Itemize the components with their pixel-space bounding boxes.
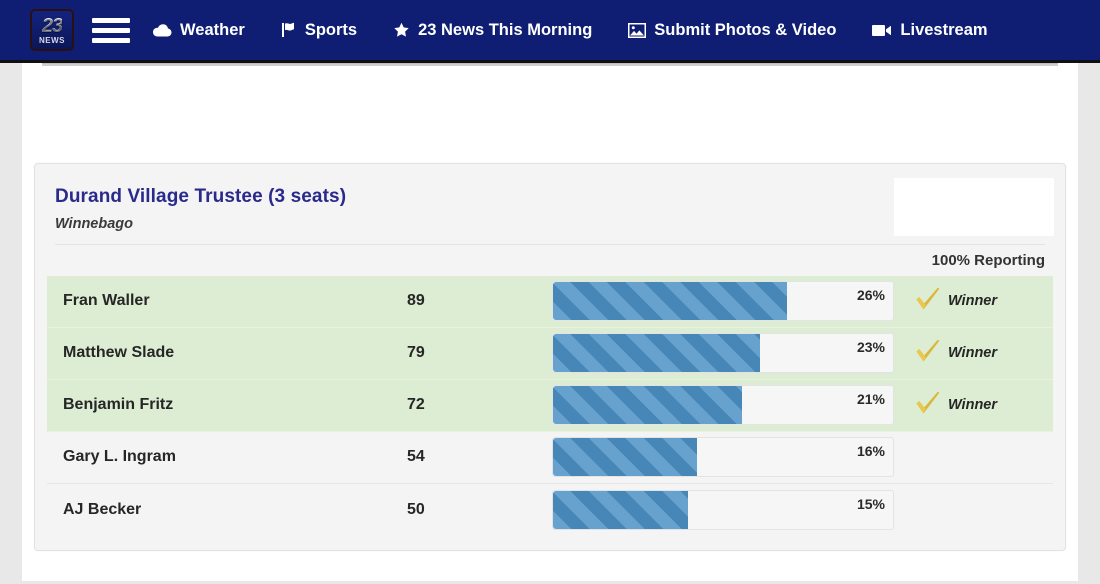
candidate-votes: 79 <box>407 344 425 362</box>
candidate-name: AJ Becker <box>63 500 142 518</box>
table-row-1[interactable]: Fran Waller 89 26% Winner <box>47 275 1053 328</box>
logo-word: NEWS <box>39 35 65 45</box>
hamburger-bar <box>92 37 130 43</box>
race-result-card: Durand Village Trustee (3 seats) Winneba… <box>34 163 1066 551</box>
23-news-logo[interactable]: 23 NEWS <box>30 9 74 51</box>
result-bar-track: 21% <box>552 385 894 426</box>
percent-label: 15% <box>856 495 885 512</box>
percent-label: 21% <box>856 391 885 408</box>
result-bar-fill <box>553 334 760 373</box>
nav-item-submit-photos-video[interactable]: Submit Photos & Video <box>628 21 836 40</box>
video-camera-icon <box>872 24 892 37</box>
logo-number: 23 <box>41 14 63 37</box>
percent-label: 16% <box>856 443 885 460</box>
star-icon <box>393 22 410 38</box>
candidate-rows: Fran Waller 89 26% Winner Matthew Slade … <box>35 275 1065 550</box>
winner-cell <box>903 431 1053 483</box>
winner-cell: Winner <box>903 327 1053 379</box>
flag-icon <box>281 22 297 38</box>
nav-label: Weather <box>180 20 245 39</box>
result-bar-fill <box>553 438 697 477</box>
table-row-5[interactable]: AJ Becker 50 15% <box>47 483 1053 536</box>
checkmark-icon <box>915 287 941 316</box>
result-bar-track: 16% <box>552 437 894 478</box>
checkmark-icon <box>915 339 941 368</box>
nav-item-livestream[interactable]: Livestream <box>872 20 988 40</box>
winner-label: Winner <box>948 293 998 310</box>
reporting-status: 100% Reporting <box>931 251 1045 269</box>
page-background: Durand Village Trustee (3 seats) Winneba… <box>0 63 1100 581</box>
candidate-votes: 89 <box>407 292 425 310</box>
candidate-name: Fran Waller <box>63 292 150 310</box>
checkmark-icon <box>915 391 941 420</box>
nav-label: Livestream <box>900 20 988 39</box>
race-header: Durand Village Trustee (3 seats) Winneba… <box>35 164 1065 236</box>
table-row-3[interactable]: Benjamin Fritz 72 21% Winner <box>47 379 1053 432</box>
candidate-name: Gary L. Ingram <box>63 448 176 466</box>
hamburger-menu-icon[interactable] <box>92 17 130 43</box>
result-bar-track: 23% <box>552 333 894 374</box>
ad-placeholder <box>894 178 1054 236</box>
nav-item-weather[interactable]: Weather <box>152 21 245 40</box>
hamburger-bar <box>92 17 130 23</box>
candidate-votes: 54 <box>407 448 425 466</box>
result-bar-cell: 21% <box>552 379 903 431</box>
winner-cell <box>903 484 1053 536</box>
result-bar-cell: 26% <box>552 275 903 327</box>
candidate-votes: 72 <box>407 396 425 414</box>
nav-item-23-news-this-morning[interactable]: 23 News This Morning <box>393 21 592 40</box>
table-row-4[interactable]: Gary L. Ingram 54 16% <box>47 431 1053 484</box>
result-bar-cell: 23% <box>552 327 903 379</box>
nav-label: Submit Photos & Video <box>654 20 837 39</box>
table-row-2[interactable]: Matthew Slade 79 23% Winner <box>47 327 1053 380</box>
top-divider <box>42 63 1058 66</box>
result-bar-fill <box>553 490 688 529</box>
result-bar-fill <box>553 386 742 425</box>
candidate-votes: 50 <box>407 500 425 518</box>
winner-cell: Winner <box>903 379 1053 431</box>
page-content-area: Durand Village Trustee (3 seats) Winneba… <box>22 63 1078 581</box>
result-bar-cell: 16% <box>552 431 903 483</box>
candidate-name: Benjamin Fritz <box>63 396 174 414</box>
result-bar-fill <box>553 282 787 321</box>
reporting-row: 100% Reporting <box>35 245 1065 276</box>
percent-label: 26% <box>856 287 885 304</box>
result-bar-track: 26% <box>552 281 894 322</box>
site-navbar: 23 NEWS Weather Sports 23 News This Morn… <box>0 0 1100 63</box>
nav-links: Weather Sports 23 News This Morning Subm… <box>152 21 988 40</box>
winner-label: Winner <box>948 345 998 362</box>
candidate-name: Matthew Slade <box>63 344 175 362</box>
result-bar-track: 15% <box>552 489 894 530</box>
nav-label: 23 News This Morning <box>418 20 593 39</box>
winner-label: Winner <box>948 397 998 414</box>
percent-label: 23% <box>856 339 885 356</box>
hamburger-bar <box>92 27 130 33</box>
nav-label: Sports <box>304 20 358 39</box>
result-bar-cell: 15% <box>552 484 903 536</box>
cloud-icon <box>152 23 172 37</box>
nav-item-sports[interactable]: Sports <box>281 21 357 40</box>
image-icon <box>628 22 647 38</box>
winner-cell: Winner <box>903 275 1053 327</box>
